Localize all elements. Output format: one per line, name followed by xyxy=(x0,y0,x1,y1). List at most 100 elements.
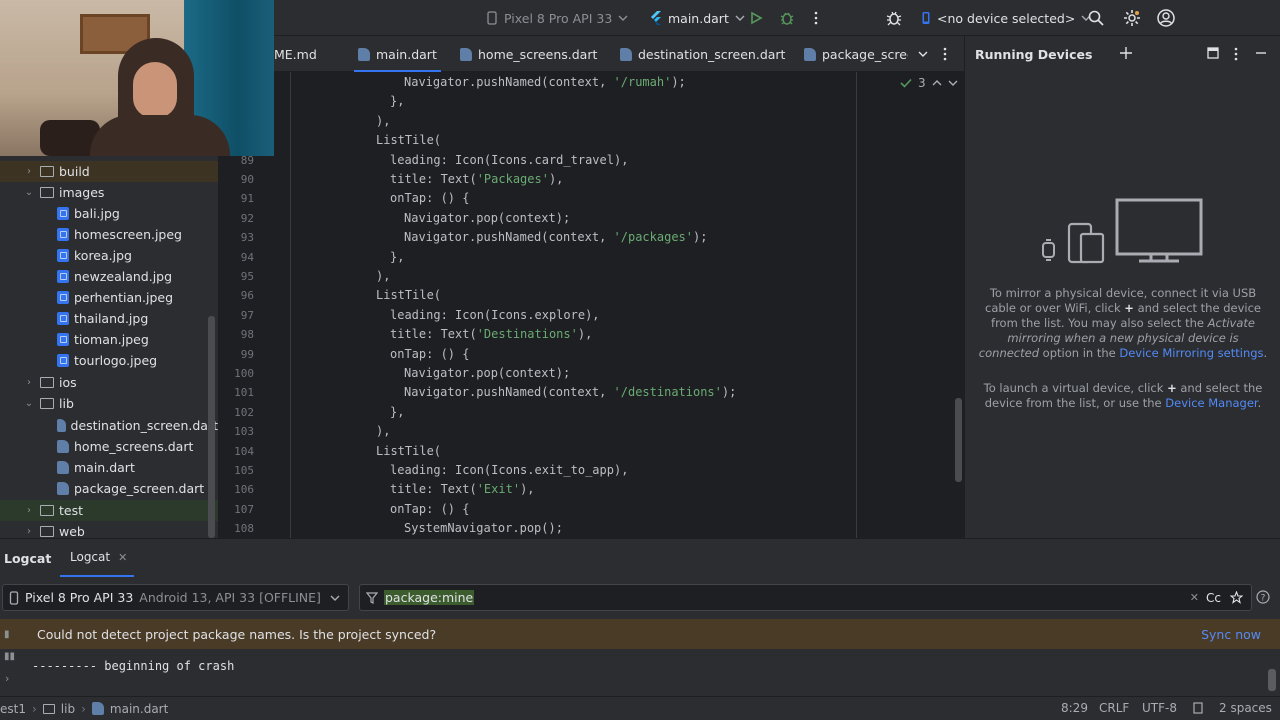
tree-item-web[interactable]: › web xyxy=(0,521,218,538)
tree-item-newzealand-jpg[interactable]: newzealand.jpg xyxy=(0,266,218,287)
breadcrumb-item[interactable]: lib xyxy=(61,702,75,716)
more-vertical-icon xyxy=(1233,47,1239,61)
tree-item-home-screens-dart[interactable]: home_screens.dart xyxy=(0,436,218,457)
code-token: onTap: () { xyxy=(390,501,470,516)
chevron-right-icon[interactable]: › xyxy=(22,526,36,537)
tab-home-screens[interactable]: home_screens.dart xyxy=(460,36,597,72)
tree-item-images[interactable]: ⌄ images xyxy=(0,182,218,203)
tree-item-lib[interactable]: ⌄ lib xyxy=(0,393,218,414)
chevron-down-icon[interactable]: ⌄ xyxy=(22,187,36,198)
line-separator[interactable]: CRLF xyxy=(1099,701,1129,715)
code-token: onTap: () { xyxy=(390,191,470,206)
tree-item-label: home_screens.dart xyxy=(74,439,194,454)
breadcrumb-item[interactable]: main.dart xyxy=(110,702,168,716)
device-troubleshoot-button[interactable] xyxy=(885,0,903,36)
logcat-device-detail: Android 13, API 33 [OFFLINE] xyxy=(139,590,321,605)
tab-list-dropdown[interactable] xyxy=(918,36,928,72)
tree-item-build[interactable]: › build xyxy=(0,161,218,182)
code-editor[interactable]: Navigator.pushNamed(context, '/rumah');}… xyxy=(218,72,964,538)
device-config-selector[interactable]: Pixel 8 Pro API 33 xyxy=(486,0,628,36)
mirror-text-line: from the list. You may also select the A… xyxy=(977,316,1269,331)
chevron-right-icon[interactable]: › xyxy=(5,672,9,685)
settings-button[interactable] xyxy=(1123,0,1141,36)
folder-icon xyxy=(40,505,54,516)
tree-item-thailand-jpg[interactable]: thailand.jpg xyxy=(0,308,218,329)
webcam-overlay xyxy=(0,0,274,156)
layout-toggle-button[interactable] xyxy=(1207,47,1219,62)
tree-item-main-dart[interactable]: main.dart xyxy=(0,457,218,478)
star-icon[interactable] xyxy=(1230,591,1243,604)
add-device-button[interactable] xyxy=(1119,46,1133,63)
chevron-right-icon[interactable]: › xyxy=(22,377,36,388)
device-manager-link[interactable]: Device Manager xyxy=(1165,396,1257,410)
code-token: ), xyxy=(376,269,391,283)
editor-scrollbar[interactable] xyxy=(955,398,962,482)
run-config-selector[interactable]: main.dart xyxy=(650,0,745,36)
run-button[interactable] xyxy=(749,0,763,36)
chevron-right-icon[interactable]: › xyxy=(22,166,36,177)
search-button[interactable] xyxy=(1088,0,1104,36)
inspection-widget[interactable]: 3 xyxy=(900,76,958,90)
trash-icon[interactable]: ▮ xyxy=(4,629,10,640)
tree-item-bali-jpg[interactable]: bali.jpg xyxy=(0,203,218,224)
device-mirroring-settings-link[interactable]: Device Mirroring settings xyxy=(1119,346,1263,360)
code-line: }, xyxy=(390,94,404,108)
logcat-filter-input[interactable]: package:mine ✕ Cc xyxy=(359,584,1252,611)
tab-package-screen[interactable]: package_screen xyxy=(804,36,908,72)
chevron-down-icon[interactable] xyxy=(948,79,958,87)
tree-item-tourlogo-jpeg[interactable]: tourlogo.jpeg xyxy=(0,350,218,371)
tab-destination-screen[interactable]: destination_screen.dart xyxy=(620,36,785,72)
breadcrumb-item[interactable]: est1 xyxy=(0,702,26,716)
virtual-text-part: and select the xyxy=(1180,381,1263,395)
tree-item-korea-jpg[interactable]: korea.jpg xyxy=(0,245,218,266)
logcat-tab[interactable]: Logcat ✕ xyxy=(60,539,134,577)
line-number: 95 xyxy=(240,270,254,283)
tree-item-ios[interactable]: › ios xyxy=(0,372,218,393)
close-icon[interactable]: ✕ xyxy=(118,551,127,564)
sync-now-link[interactable]: Sync now xyxy=(1201,627,1261,642)
tree-item-label: tioman.jpeg xyxy=(74,332,149,347)
logcat-device-selector[interactable]: Pixel 8 Pro API 33 Android 13, API 33 [O… xyxy=(2,584,349,611)
debug-button[interactable] xyxy=(779,0,795,36)
tree-item-tioman-jpeg[interactable]: tioman.jpeg xyxy=(0,329,218,350)
chevron-up-icon[interactable] xyxy=(932,79,942,87)
logcat-side-toolbar: ▮ ▮▮ › xyxy=(0,619,20,697)
account-button[interactable] xyxy=(1157,0,1175,36)
code-token: ); xyxy=(671,75,686,89)
mirror-text-part: from the list. You may also select the xyxy=(991,316,1204,330)
gear-icon xyxy=(1123,9,1141,27)
tree-item-package-screen-dart[interactable]: package_screen.dart xyxy=(0,478,218,499)
minimize-panel-button[interactable] xyxy=(1255,47,1267,62)
match-case-toggle[interactable]: Cc xyxy=(1206,591,1221,605)
tab-more-button[interactable] xyxy=(942,36,948,72)
logcat-filter-text: package:mine xyxy=(384,590,475,605)
tree-item-test[interactable]: › test xyxy=(0,500,218,521)
file-encoding[interactable]: UTF-8 xyxy=(1142,701,1177,715)
project-tree-scrollbar[interactable] xyxy=(208,316,215,538)
indent-setting[interactable]: 2 spaces xyxy=(1219,701,1272,715)
tree-item-homescreen-jpeg[interactable]: homescreen.jpeg xyxy=(0,224,218,245)
help-button[interactable]: ? xyxy=(1256,590,1270,607)
pause-icon[interactable]: ▮▮ xyxy=(4,651,15,662)
more-actions-button[interactable] xyxy=(813,0,819,36)
plus-icon: + xyxy=(1167,381,1177,395)
dart-file-icon xyxy=(804,47,816,61)
code-token: ); xyxy=(721,385,737,400)
logcat-scrollbar[interactable] xyxy=(1268,669,1276,691)
line-number: 105 xyxy=(234,464,254,477)
chevron-right-icon[interactable]: › xyxy=(22,505,36,516)
device-selector[interactable]: <no device selected> xyxy=(921,0,1091,36)
tree-item-perhentian-jpeg[interactable]: perhentian.jpeg xyxy=(0,287,218,308)
running-devices-title: Running Devices xyxy=(975,46,1093,62)
tree-item-destination-screen-dart[interactable]: destination_screen.dart xyxy=(0,415,218,436)
tab-main-dart[interactable]: main.dart xyxy=(354,36,441,72)
clear-filter-icon[interactable]: ✕ xyxy=(1190,591,1199,604)
chevron-down-icon[interactable]: ⌄ xyxy=(22,398,36,409)
code-line: leading: Icon(Icons.exit_to_app), xyxy=(390,463,628,477)
breadcrumb: est1 › lib › main.dart xyxy=(0,697,168,720)
tab-readme[interactable]: ME.md xyxy=(274,36,317,72)
phone-icon xyxy=(486,11,498,25)
caret-position[interactable]: 8:29 xyxy=(1061,701,1088,715)
tree-item-label: homescreen.jpeg xyxy=(74,227,182,242)
panel-options-button[interactable] xyxy=(1233,47,1239,64)
